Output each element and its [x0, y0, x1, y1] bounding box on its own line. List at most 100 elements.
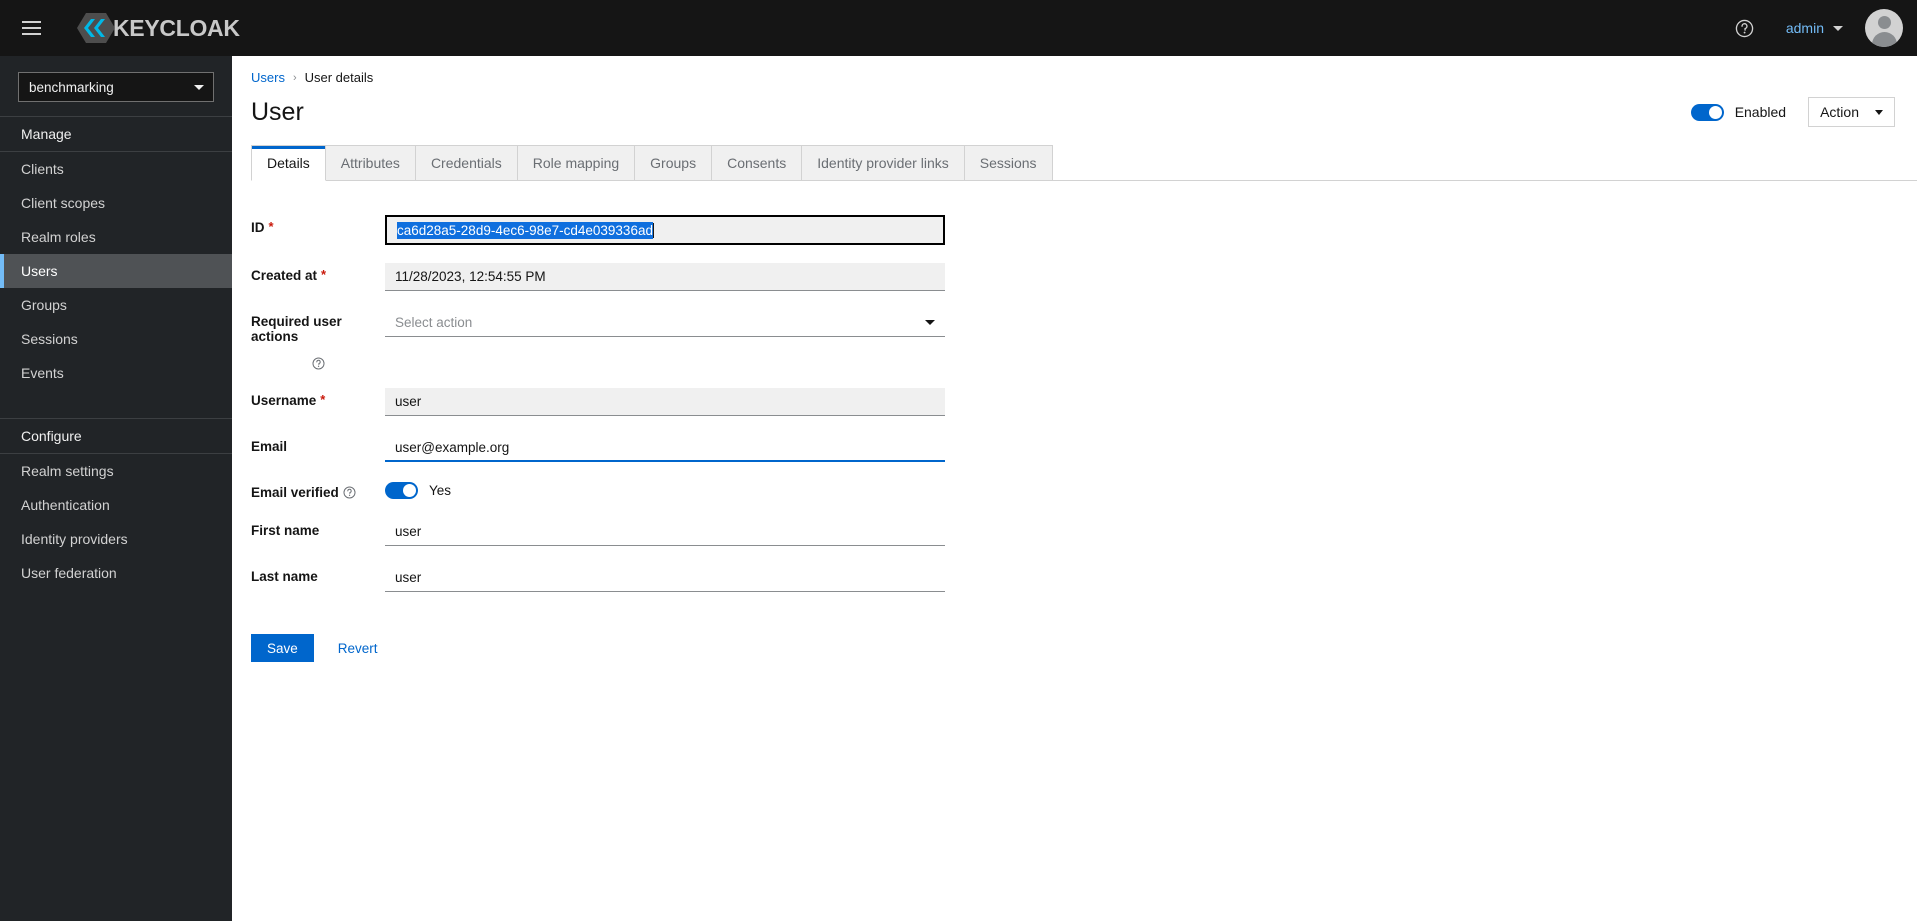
tab-credentials[interactable]: Credentials	[415, 145, 518, 181]
help-circle-icon[interactable]	[1722, 5, 1768, 51]
avatar-body	[1871, 32, 1897, 47]
user-menu-label: admin	[1785, 20, 1824, 36]
enabled-toggle-row: Enabled	[1690, 103, 1787, 121]
last-name-field-wrap: user	[385, 564, 945, 592]
required-user-actions-field-wrap: Select action	[385, 309, 945, 337]
id-input[interactable]: ca6d28a5-28d9-4ec6-98e7-cd4e039336ad	[385, 215, 945, 245]
form-row-created-at: Created at * 11/28/2023, 12:54:55 PM	[232, 263, 1917, 291]
tab-identity-provider-links[interactable]: Identity provider links	[802, 145, 965, 181]
save-button[interactable]: Save	[251, 634, 314, 662]
sidebar-item-clients[interactable]: Clients	[0, 152, 232, 186]
help-circle-icon[interactable]	[251, 356, 385, 370]
email-field-wrap: user@example.org	[385, 434, 945, 462]
brand-logo[interactable]: KEYCLOAK	[76, 12, 240, 44]
page-title: User	[251, 97, 304, 126]
revert-button[interactable]: Revert	[328, 634, 388, 662]
toggle-knob	[403, 484, 416, 497]
hamburger-icon[interactable]	[8, 0, 54, 56]
caret-down-icon	[925, 320, 935, 325]
tab-details[interactable]: Details	[251, 145, 326, 181]
realm-selector[interactable]: benchmarking	[18, 72, 214, 102]
sidebar-item-groups[interactable]: Groups	[0, 288, 232, 322]
form-actions: Save Revert	[232, 610, 1917, 662]
tab-role-mapping[interactable]: Role mapping	[517, 145, 636, 181]
avatar[interactable]	[1865, 9, 1903, 47]
breadcrumb-separator-icon: ›	[292, 71, 297, 84]
action-dropdown-label: Action	[1820, 104, 1859, 120]
help-circle-icon[interactable]	[343, 485, 357, 499]
first-name-input[interactable]: user	[385, 518, 945, 546]
form-row-last-name: Last name user	[232, 564, 1917, 592]
user-details-form: ID * ca6d28a5-28d9-4ec6-98e7-cd4e039336a…	[232, 181, 1917, 662]
sidebar: benchmarking Manage Clients Client scope…	[0, 56, 232, 921]
required-asterisk-icon: *	[321, 267, 327, 282]
keycloak-hexagon-icon	[76, 12, 116, 44]
id-label-wrap: ID *	[232, 215, 385, 235]
email-verified-label: Email verified	[251, 485, 339, 500]
form-row-required-user-actions: Required user actions Select action	[232, 309, 1917, 370]
tab-groups[interactable]: Groups	[635, 145, 713, 181]
enabled-toggle-label: Enabled	[1734, 104, 1787, 120]
toggle-knob	[1708, 105, 1722, 119]
tab-attributes[interactable]: Attributes	[325, 145, 416, 181]
last-name-label: Last name	[251, 569, 318, 584]
realm-selector-wrapper: benchmarking	[0, 56, 232, 116]
sidebar-item-events[interactable]: Events	[0, 356, 232, 390]
email-verified-toggle[interactable]	[385, 482, 418, 499]
form-row-email: Email user@example.org	[232, 434, 1917, 462]
masthead: KEYCLOAK admin	[0, 0, 1917, 56]
breadcrumb-link-users[interactable]: Users	[251, 70, 285, 85]
main-content: Users › User details User Enabled Action…	[232, 56, 1917, 921]
first-name-value: user	[395, 524, 422, 539]
realm-selector-value: benchmarking	[29, 79, 114, 95]
tab-sessions[interactable]: Sessions	[964, 145, 1053, 181]
created-at-label: Created at	[251, 268, 318, 283]
email-value: user@example.org	[395, 439, 510, 455]
username-label-wrap: Username *	[232, 388, 385, 408]
last-name-label-wrap: Last name	[232, 564, 385, 584]
sidebar-item-authentication[interactable]: Authentication	[0, 488, 232, 522]
breadcrumb: Users › User details	[232, 56, 1917, 85]
email-input[interactable]: user@example.org	[385, 434, 945, 462]
required-user-actions-label-wrap: Required user actions	[232, 309, 385, 370]
required-asterisk-icon: *	[320, 392, 326, 407]
enabled-toggle[interactable]	[1690, 103, 1724, 121]
first-name-label-wrap: First name	[232, 518, 385, 538]
avatar-head	[1877, 16, 1891, 29]
action-dropdown-button[interactable]: Action	[1808, 97, 1895, 127]
sidebar-item-user-federation[interactable]: User federation	[0, 556, 232, 590]
last-name-value: user	[395, 570, 422, 585]
sidebar-item-realm-settings[interactable]: Realm settings	[0, 454, 232, 488]
last-name-input[interactable]: user	[385, 564, 945, 592]
required-user-actions-placeholder: Select action	[395, 315, 473, 330]
tab-consents[interactable]: Consents	[712, 145, 803, 181]
tab-bar: Details Attributes Credentials Role mapp…	[251, 145, 1917, 181]
page-header: User Enabled Action	[232, 85, 1917, 127]
required-asterisk-icon: *	[268, 219, 274, 234]
text-cursor-icon	[652, 222, 654, 238]
email-verified-field-wrap: Yes	[385, 480, 945, 499]
sidebar-item-realm-roles[interactable]: Realm roles	[0, 220, 232, 254]
required-user-actions-label: Required user actions	[251, 314, 342, 344]
created-at-value: 11/28/2023, 12:54:55 PM	[395, 269, 546, 284]
sidebar-item-identity-providers[interactable]: Identity providers	[0, 522, 232, 556]
brand-name: KEYCLOAK	[113, 14, 240, 41]
id-input-value: ca6d28a5-28d9-4ec6-98e7-cd4e039336ad	[397, 221, 653, 239]
sidebar-item-client-scopes[interactable]: Client scopes	[0, 186, 232, 220]
created-at-label-wrap: Created at *	[232, 263, 385, 283]
username-input: user	[385, 388, 945, 416]
required-user-actions-select[interactable]: Select action	[385, 309, 945, 337]
email-verified-toggle-row: Yes	[385, 480, 945, 499]
caret-down-icon	[1875, 109, 1883, 115]
sidebar-section-configure: Configure	[0, 418, 232, 454]
email-verified-label-wrap: Email verified	[232, 480, 385, 500]
sidebar-item-sessions[interactable]: Sessions	[0, 322, 232, 356]
user-menu-button[interactable]: admin	[1782, 14, 1847, 42]
chevron-down-icon	[194, 84, 204, 90]
id-label: ID	[251, 220, 265, 235]
email-label-wrap: Email	[232, 434, 385, 454]
first-name-field-wrap: user	[385, 518, 945, 546]
first-name-label: First name	[251, 523, 320, 538]
sidebar-item-users[interactable]: Users	[0, 254, 232, 288]
